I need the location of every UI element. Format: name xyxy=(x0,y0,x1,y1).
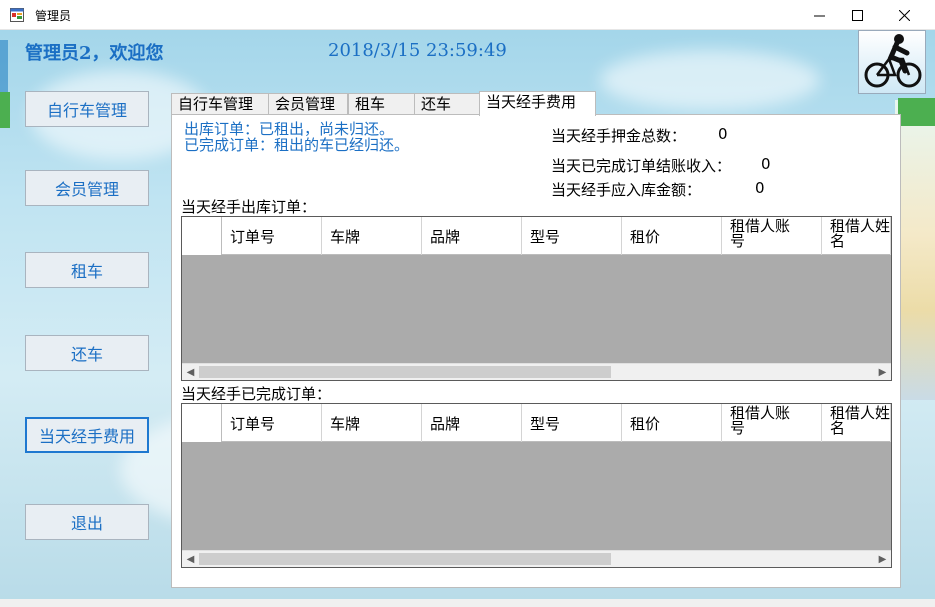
column-header[interactable]: 租价 xyxy=(622,217,722,255)
horizontal-scrollbar[interactable]: ◀ ▶ xyxy=(182,550,891,567)
column-header[interactable]: 订单号 xyxy=(222,217,322,255)
legend-completed: 已完成订单：租出的车已经归还。 xyxy=(184,136,410,154)
window-titlebar: 管理员 xyxy=(0,0,935,30)
horizontal-scrollbar[interactable]: ◀ ▶ xyxy=(182,363,891,380)
window-title: 管理员 xyxy=(35,9,72,23)
close-button[interactable] xyxy=(881,0,927,30)
deposit-total-value: 0 xyxy=(718,125,728,143)
close-icon xyxy=(898,9,910,21)
outbound-orders-title: 当天经手出库订单： xyxy=(181,198,317,216)
tab-daily-fees[interactable]: 当天经手费用 xyxy=(479,91,596,116)
main-window: 管理员2，欢迎您 2018/3/15 23:59:49 自行车管理 会员管理 租… xyxy=(0,30,935,607)
column-header[interactable]: 租价 xyxy=(622,404,722,442)
completed-orders-title: 当天经手已完成订单： xyxy=(181,385,332,403)
background-decoration xyxy=(0,40,8,100)
nav-bike-management-button[interactable]: 自行车管理 xyxy=(25,91,149,127)
completed-orders-grid[interactable]: 订单号 车牌 品牌 型号 租价 租借人账号 租借人姓名 ◀ ▶ xyxy=(181,403,892,568)
daily-fees-panel: 出库订单：已租出，尚未归还。 已完成订单：租出的车已经归还。 当天经手押金总数：… xyxy=(171,114,901,588)
column-header[interactable]: 车牌 xyxy=(322,217,422,255)
completed-income-value: 0 xyxy=(761,155,771,173)
window-bottom-edge xyxy=(0,599,935,607)
tab-return[interactable]: 还车 xyxy=(414,93,480,115)
windows-form-icon xyxy=(10,8,24,22)
scroll-thumb[interactable] xyxy=(199,553,611,565)
column-header[interactable]: 车牌 xyxy=(322,404,422,442)
column-header[interactable]: 品牌 xyxy=(422,404,522,442)
tab-member-management[interactable]: 会员管理 xyxy=(268,93,348,115)
nav-daily-fees-button[interactable]: 当天经手费用 xyxy=(25,417,149,453)
background-decoration xyxy=(0,92,10,128)
row-header-corner xyxy=(182,217,222,255)
scroll-left-icon[interactable]: ◀ xyxy=(182,364,199,380)
nav-member-management-button[interactable]: 会员管理 xyxy=(25,170,149,206)
column-header[interactable]: 型号 xyxy=(522,217,622,255)
column-header[interactable]: 品牌 xyxy=(422,217,522,255)
due-amount-value: 0 xyxy=(755,179,765,197)
row-header-corner xyxy=(182,404,222,442)
welcome-text: 管理员2，欢迎您 xyxy=(25,43,164,64)
nav-return-button[interactable]: 还车 xyxy=(25,335,149,371)
legend-outbound: 出库订单：已租出，尚未归还。 xyxy=(184,120,395,138)
deposit-total-label: 当天经手押金总数： xyxy=(551,127,687,145)
background-cloud xyxy=(600,50,820,110)
tab-rent[interactable]: 租车 xyxy=(348,93,415,115)
minimize-icon xyxy=(813,15,825,16)
column-header[interactable]: 型号 xyxy=(522,404,622,442)
nav-rent-button[interactable]: 租车 xyxy=(25,252,149,288)
maximize-button[interactable] xyxy=(834,0,880,30)
scroll-left-icon[interactable]: ◀ xyxy=(182,551,199,567)
cyclist-logo xyxy=(858,30,926,94)
order-legend: 出库订单：已租出，尚未归还。 已完成订单：租出的车已经归还。 xyxy=(184,121,409,153)
background-decoration xyxy=(898,98,935,126)
column-header[interactable]: 订单号 xyxy=(222,404,322,442)
due-amount-label: 当天经手应入库金额： xyxy=(551,181,702,199)
tab-bike-management[interactable]: 自行车管理 xyxy=(171,93,269,115)
column-header[interactable]: 租借人姓名 xyxy=(822,404,891,442)
exit-button[interactable]: 退出 xyxy=(25,504,149,540)
background-decoration xyxy=(895,100,935,400)
scroll-thumb[interactable] xyxy=(199,366,611,378)
column-header[interactable]: 租借人姓名 xyxy=(822,217,891,255)
column-header[interactable]: 租借人账号 xyxy=(722,217,822,255)
scroll-right-icon[interactable]: ▶ xyxy=(874,551,891,567)
completed-income-label: 当天已完成订单结账收入： xyxy=(551,157,732,175)
column-header[interactable]: 租借人账号 xyxy=(722,404,822,442)
scroll-right-icon[interactable]: ▶ xyxy=(874,364,891,380)
grid-header: 订单号 车牌 品牌 型号 租价 租借人账号 租借人姓名 xyxy=(182,217,891,255)
datetime-display: 2018/3/15 23:59:49 xyxy=(328,40,507,61)
grid-header: 订单号 车牌 品牌 型号 租价 租借人账号 租借人姓名 xyxy=(182,404,891,442)
outbound-orders-grid[interactable]: 订单号 车牌 品牌 型号 租价 租借人账号 租借人姓名 ◀ ▶ xyxy=(181,216,892,381)
maximize-icon xyxy=(851,9,863,21)
